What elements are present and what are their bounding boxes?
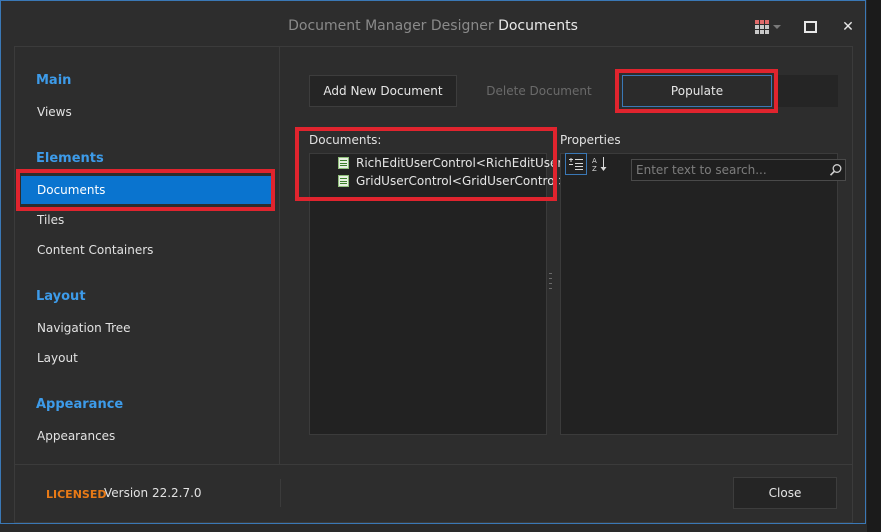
svg-text:Z: Z (592, 165, 597, 172)
designer-content: Main Views Elements Documents Tiles Cont… (14, 46, 853, 523)
properties-label: Properties (560, 133, 621, 147)
properties-search-input[interactable] (631, 159, 846, 181)
window-title: Document Manager Designer Documents (1, 18, 865, 34)
delete-document-button[interactable]: Delete Document (465, 75, 613, 107)
sidebar-item-layout[interactable]: Layout (37, 344, 271, 372)
grid-icon (755, 20, 769, 34)
window-title-section: Documents (498, 18, 578, 34)
categorized-view-button[interactable] (565, 153, 587, 175)
properties-grid (560, 153, 838, 435)
maximize-button[interactable] (793, 13, 827, 41)
chevron-down-icon (773, 25, 781, 29)
alphabetical-view-button[interactable]: A Z (589, 153, 611, 175)
sidebar-item-appearances[interactable]: Appearances (37, 422, 271, 450)
sidebar-group-layout: Layout (36, 289, 86, 304)
title-bar: Document Manager Designer Documents ✕ (1, 1, 865, 45)
document-icon (338, 157, 349, 169)
window-title-prefix: Document Manager Designer (288, 18, 494, 34)
sidebar-group-elements: Elements (36, 151, 104, 166)
layout-options-button[interactable] (751, 13, 785, 41)
document-manager-designer-window: Document Manager Designer Documents ✕ Ma… (0, 0, 866, 524)
sidebar-group-appearance: Appearance (36, 397, 124, 412)
version-label: Version 22.2.7.0 (104, 486, 202, 500)
document-name: RichEditUserControl<RichEditUserC (356, 156, 571, 170)
svg-text:A: A (592, 157, 597, 165)
sidebar-item-documents[interactable]: Documents (21, 176, 272, 204)
sidebar-group-main: Main (36, 73, 72, 88)
search-icon[interactable] (829, 163, 843, 177)
licensed-badge: LICENSED (46, 488, 107, 501)
sidebar-item-views[interactable]: Views (37, 98, 271, 126)
sort-alphabetical-icon: A Z (592, 157, 607, 172)
toolbar-filler (778, 75, 838, 107)
add-new-document-button[interactable]: Add New Document (309, 75, 457, 107)
footer: LICENSED Version 22.2.7.0 Close (15, 464, 852, 522)
maximize-icon (803, 21, 817, 33)
background-window-strip (867, 0, 881, 532)
close-icon: ✕ (842, 19, 854, 35)
documents-label: Documents: (309, 133, 382, 147)
documents-panel: Add New Document Delete Document Populat… (281, 47, 852, 464)
sidebar-item-tiles[interactable]: Tiles (37, 206, 271, 234)
list-item[interactable]: GridUserControl<GridUserControl> (338, 172, 568, 190)
list-item[interactable]: RichEditUserControl<RichEditUserC (338, 154, 571, 172)
close-button[interactable]: Close (733, 477, 837, 509)
footer-divider (280, 479, 281, 507)
close-window-button[interactable]: ✕ (831, 13, 865, 41)
sidebar-item-navigation-tree[interactable]: Navigation Tree (37, 314, 271, 342)
categorized-icon (569, 158, 583, 170)
sidebar-item-content-containers[interactable]: Content Containers (37, 236, 271, 264)
splitter-handle[interactable] (549, 273, 552, 289)
document-icon (338, 175, 349, 187)
documents-list[interactable]: RichEditUserControl<RichEditUserC GridUs… (309, 153, 571, 435)
document-name: GridUserControl<GridUserControl> (356, 174, 568, 188)
sidebar: Main Views Elements Documents Tiles Cont… (15, 47, 280, 464)
populate-button[interactable]: Populate (622, 75, 772, 107)
